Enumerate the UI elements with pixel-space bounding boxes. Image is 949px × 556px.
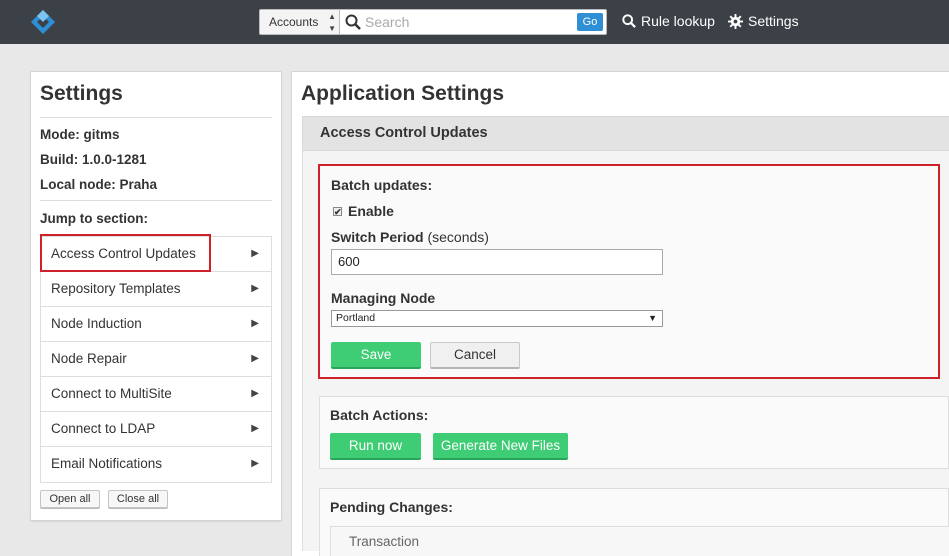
- dropdown-arrow-icon: ▼: [648, 313, 657, 323]
- sidebar-item-label: Node Repair: [51, 351, 127, 366]
- sidebar-item-label: Connect to LDAP: [51, 421, 156, 436]
- top-navbar: Accounts ▲▼ Go Rule lookup Settings: [0, 0, 949, 44]
- open-all-button[interactable]: Open all: [40, 490, 100, 508]
- pending-changes-section: Pending Changes: Transaction: [319, 488, 949, 556]
- settings-sidebar: Settings Mode: gitms Build: 1.0.0-1281 L…: [30, 71, 282, 521]
- jump-label: Jump to section:: [40, 211, 149, 226]
- rule-lookup-label: Rule lookup: [641, 13, 715, 29]
- managing-node-select[interactable]: Portland ▼: [331, 310, 663, 327]
- section-list: Access Control Updates ▶ Repository Temp…: [40, 236, 272, 483]
- mode-info: Mode: gitms: [40, 127, 120, 142]
- search-scope-select[interactable]: Accounts ▲ ▼: [259, 9, 340, 35]
- caret-right-icon: ▶: [251, 353, 259, 364]
- close-all-button[interactable]: Close all: [108, 490, 168, 508]
- enable-checkbox-row[interactable]: ✔ Enable: [333, 203, 394, 219]
- go-button[interactable]: Go: [577, 13, 603, 31]
- rule-lookup-link[interactable]: Rule lookup: [622, 13, 715, 29]
- settings-label: Settings: [748, 13, 799, 29]
- managing-node-label: Managing Node: [331, 290, 436, 306]
- caret-right-icon: ▶: [251, 248, 259, 259]
- batch-updates-heading: Batch updates:: [331, 177, 433, 193]
- caret-right-icon: ▶: [251, 283, 259, 294]
- divider: [40, 200, 272, 201]
- search-scope-value: Accounts: [269, 15, 319, 29]
- app-logo-icon[interactable]: [30, 9, 56, 35]
- sidebar-item-connect-to-ldap[interactable]: Connect to LDAP ▶: [41, 412, 271, 447]
- cancel-button[interactable]: Cancel: [430, 342, 520, 369]
- gear-icon: [728, 13, 743, 29]
- caret-right-icon: ▶: [251, 423, 259, 434]
- page-title: Application Settings: [301, 82, 505, 105]
- highlight-annotation: [40, 234, 211, 272]
- switch-period-input[interactable]: 600: [331, 249, 663, 275]
- caret-right-icon: ▶: [251, 318, 259, 329]
- search-input[interactable]: [365, 11, 570, 33]
- search-icon: [345, 14, 361, 30]
- batch-actions-section: Batch Actions: Run now Generate New File…: [319, 396, 949, 469]
- enable-checkbox[interactable]: ✔: [333, 206, 342, 216]
- sidebar-item-node-repair[interactable]: Node Repair ▶: [41, 342, 271, 377]
- switch-period-label: Switch Period (seconds): [331, 229, 489, 245]
- build-info: Build: 1.0.0-1281: [40, 152, 147, 167]
- sidebar-item-email-notifications[interactable]: Email Notifications ▶: [41, 447, 271, 482]
- transaction-column-header: Transaction: [330, 526, 949, 556]
- sidebar-item-connect-to-multisite[interactable]: Connect to MultiSite ▶: [41, 377, 271, 412]
- local-node-info: Local node: Praha: [40, 177, 158, 192]
- save-button[interactable]: Save: [331, 342, 421, 369]
- sidebar-item-label: Connect to MultiSite: [51, 386, 172, 401]
- sidebar-item-label: Node Induction: [51, 316, 142, 331]
- search-box: Go: [340, 9, 607, 35]
- batch-updates-form: Batch updates: ✔ Enable Switch Period (s…: [318, 164, 940, 379]
- generate-new-files-button[interactable]: Generate New Files: [433, 433, 568, 460]
- sidebar-item-node-induction[interactable]: Node Induction ▶: [41, 307, 271, 342]
- managing-node-value: Portland: [336, 312, 376, 324]
- sidebar-item-repository-templates[interactable]: Repository Templates ▶: [41, 272, 271, 307]
- section-header[interactable]: Access Control Updates: [302, 116, 949, 151]
- batch-actions-heading: Batch Actions:: [330, 407, 429, 423]
- sidebar-item-label: Repository Templates: [51, 281, 181, 296]
- select-arrows-icon: ▲ ▼: [328, 12, 336, 33]
- caret-right-icon: ▶: [251, 388, 259, 399]
- run-now-button[interactable]: Run now: [330, 433, 421, 460]
- search-icon: [622, 14, 636, 28]
- sidebar-item-label: Email Notifications: [51, 456, 163, 471]
- settings-link[interactable]: Settings: [728, 13, 799, 29]
- enable-label: Enable: [348, 203, 394, 219]
- pending-changes-heading: Pending Changes:: [330, 499, 453, 515]
- caret-right-icon: ▶: [251, 458, 259, 469]
- divider: [40, 117, 272, 118]
- sidebar-title: Settings: [40, 82, 123, 105]
- section-header-label: Access Control Updates: [320, 125, 488, 141]
